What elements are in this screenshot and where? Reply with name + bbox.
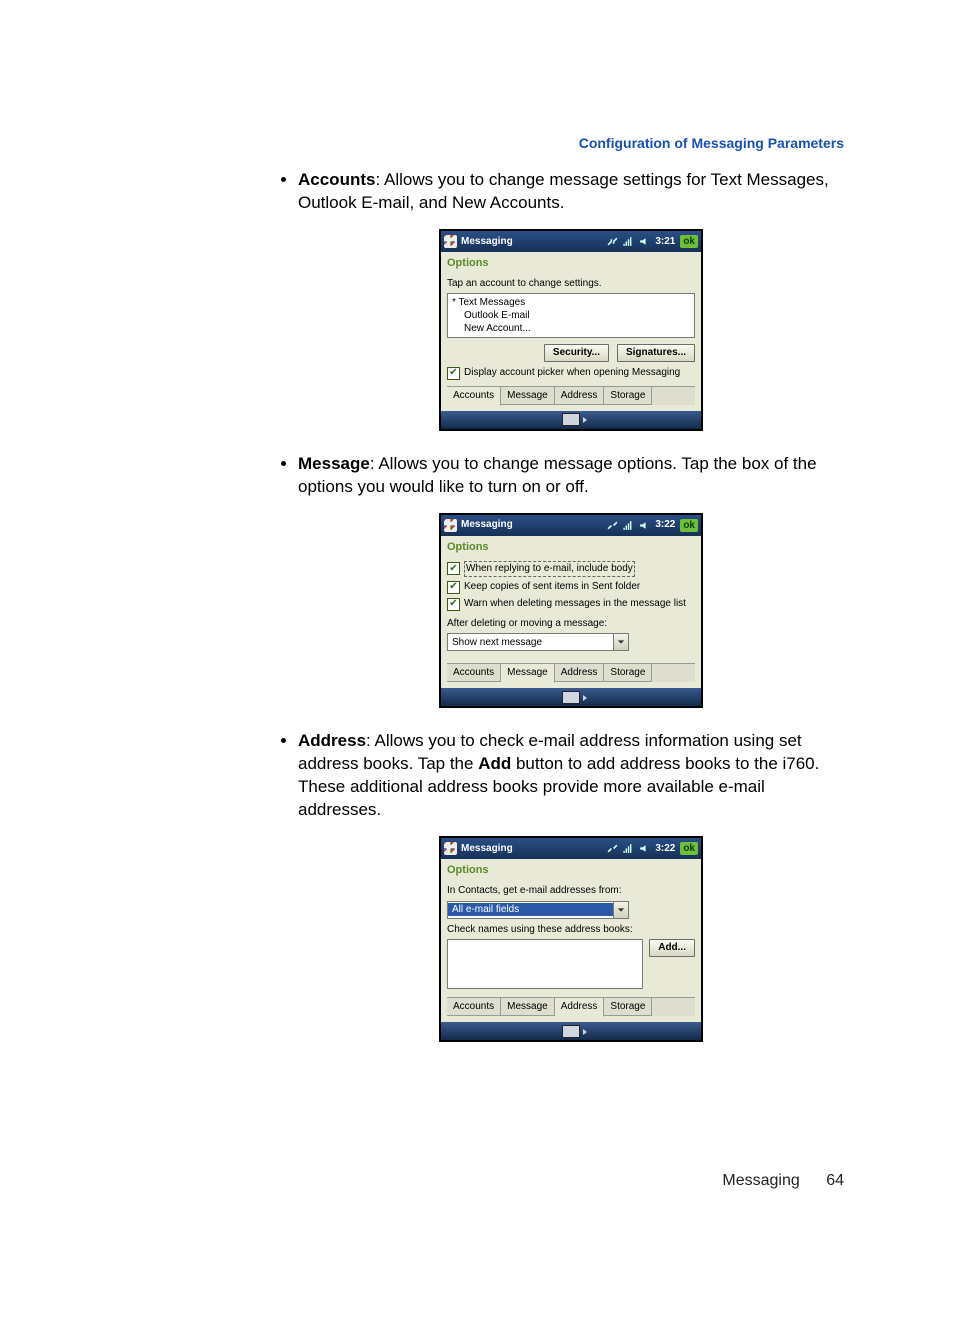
bullet-address-term: Address	[298, 731, 366, 750]
checkbox-label: Warn when deleting messages in the messa…	[464, 597, 686, 611]
combo-value: Show next message	[448, 636, 613, 650]
speaker-icon	[639, 236, 650, 247]
ok-button[interactable]: ok	[680, 519, 698, 532]
tab-address[interactable]: Address	[555, 664, 605, 682]
tab-message[interactable]: Message	[501, 664, 555, 683]
options-header: Options	[441, 859, 701, 880]
titlebar-time: 3:22	[655, 518, 675, 532]
screenshot-address: Messaging 3:22 ok Options In Contacts, g…	[439, 836, 703, 1042]
tabstrip: Accounts Message Address Storage	[447, 997, 695, 1016]
contacts-source-combo[interactable]: All e-mail fields	[447, 901, 629, 919]
tab-storage[interactable]: Storage	[604, 387, 652, 405]
bullet-accounts-term: Accounts	[298, 170, 375, 189]
keyboard-icon[interactable]	[562, 691, 580, 704]
tab-storage[interactable]: Storage	[604, 664, 652, 682]
titlebar-title: Messaging	[461, 235, 513, 249]
bullet-address-add-word: Add	[478, 754, 511, 773]
keyboard-icon[interactable]	[562, 1025, 580, 1038]
sip-bar	[441, 688, 701, 706]
tab-message[interactable]: Message	[501, 998, 555, 1016]
checkbox-include-body[interactable]	[447, 562, 460, 575]
signal-icon	[623, 236, 634, 247]
footer-page-number: 64	[826, 1172, 844, 1189]
keyboard-icon[interactable]	[562, 413, 580, 426]
start-icon	[444, 842, 457, 855]
security-button[interactable]: Security...	[544, 344, 609, 362]
page-footer: Messaging 64	[280, 1172, 844, 1190]
chevron-down-icon[interactable]	[613, 902, 628, 918]
sip-bar	[441, 411, 701, 429]
start-icon	[444, 235, 457, 248]
checkbox-label: When replying to e-mail, include body	[464, 561, 635, 577]
tab-address[interactable]: Address	[555, 998, 605, 1017]
sip-bar	[441, 1022, 701, 1040]
tab-message[interactable]: Message	[501, 387, 555, 405]
accounts-listbox[interactable]: Text Messages Outlook E-mail New Account…	[447, 293, 695, 338]
connectivity-icon	[607, 843, 618, 854]
speaker-icon	[639, 520, 650, 531]
screenshot-message: Messaging 3:22 ok Options When replying …	[439, 513, 703, 709]
options-header: Options	[441, 536, 701, 557]
titlebar: Messaging 3:22 ok	[441, 515, 701, 536]
combo-value: All e-mail fields	[448, 903, 613, 917]
check-names-label: Check names using these address books:	[447, 923, 695, 937]
bullet-message: Message: Allows you to change message op…	[298, 453, 844, 709]
add-button[interactable]: Add...	[649, 939, 695, 957]
screenshot-accounts: Messaging 3:21 ok Options Tap an account…	[439, 229, 703, 431]
checkbox-warn-delete[interactable]	[447, 598, 460, 611]
speaker-icon	[639, 843, 650, 854]
tabstrip: Accounts Message Address Storage	[447, 663, 695, 682]
start-icon	[444, 519, 457, 532]
titlebar-time: 3:21	[655, 235, 675, 249]
options-header: Options	[441, 252, 701, 273]
tab-accounts[interactable]: Accounts	[447, 387, 501, 406]
titlebar: Messaging 3:21 ok	[441, 231, 701, 252]
checkbox-label: Display account picker when opening Mess…	[464, 366, 680, 380]
signal-icon	[623, 843, 634, 854]
after-delete-label: After deleting or moving a message:	[447, 617, 695, 631]
list-item[interactable]: Outlook E-mail	[452, 309, 690, 322]
connectivity-icon	[607, 520, 618, 531]
after-delete-combo[interactable]: Show next message	[447, 633, 629, 651]
checkbox-label: Keep copies of sent items in Sent folder	[464, 580, 640, 594]
tab-accounts[interactable]: Accounts	[447, 998, 501, 1016]
titlebar-title: Messaging	[461, 842, 513, 856]
tab-storage[interactable]: Storage	[604, 998, 652, 1016]
connectivity-icon	[607, 236, 618, 247]
bullet-message-term: Message	[298, 454, 370, 473]
checkbox-keep-sent[interactable]	[447, 581, 460, 594]
ok-button[interactable]: ok	[680, 235, 698, 248]
section-header: Configuration of Messaging Parameters	[280, 135, 844, 151]
footer-section: Messaging	[722, 1172, 799, 1189]
ok-button[interactable]: ok	[680, 842, 698, 855]
hint-text: Tap an account to change settings.	[447, 277, 695, 291]
chevron-down-icon[interactable]	[613, 634, 628, 650]
titlebar-time: 3:22	[655, 842, 675, 856]
tabstrip: Accounts Message Address Storage	[447, 386, 695, 405]
tab-accounts[interactable]: Accounts	[447, 664, 501, 682]
bullet-message-desc: : Allows you to change message options. …	[298, 454, 817, 496]
titlebar-title: Messaging	[461, 518, 513, 532]
contacts-source-label: In Contacts, get e-mail addresses from:	[447, 884, 695, 898]
signal-icon	[623, 520, 634, 531]
bullet-address: Address: Allows you to check e-mail addr…	[298, 730, 844, 1042]
tab-address[interactable]: Address	[555, 387, 605, 405]
signatures-button[interactable]: Signatures...	[617, 344, 695, 362]
list-item[interactable]: Text Messages	[452, 296, 690, 309]
address-books-listbox[interactable]	[447, 939, 643, 989]
list-item[interactable]: New Account...	[452, 322, 690, 335]
titlebar: Messaging 3:22 ok	[441, 838, 701, 859]
bullet-accounts: Accounts: Allows you to change message s…	[298, 169, 844, 431]
checkbox-account-picker[interactable]	[447, 367, 460, 380]
bullet-accounts-desc: : Allows you to change message settings …	[298, 170, 829, 212]
